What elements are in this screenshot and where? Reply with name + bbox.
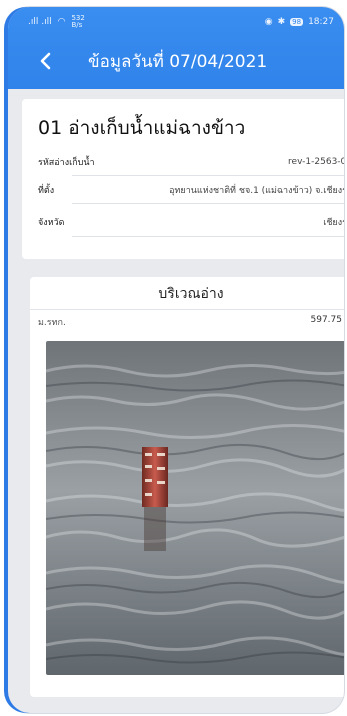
water-level-value: 597.75 xyxy=(310,315,343,325)
back-arrow-icon[interactable] xyxy=(36,51,56,71)
info-value: อุทยานแห่งชาติที่ ชจ.1 (แม่ฉางข้าว) จ.เช… xyxy=(169,186,344,196)
section-title: บริเวณอ่าง xyxy=(158,286,224,302)
station-info-card: 01 อ่างเก็บน้ำแม่ฉางข้าว รหัสอ่างเก็บน้ำ… xyxy=(22,99,344,259)
status-bar: .ıll .ıll ◠ 532 B/s ◉ ✱ 98 18:27 xyxy=(8,7,344,37)
info-label: ที่ตั้ง xyxy=(38,186,55,196)
app-header: .ıll .ıll ◠ 532 B/s ◉ ✱ 98 18:27 ข้อมูลวั… xyxy=(8,7,344,89)
wifi-icon: ◠ xyxy=(57,17,66,27)
status-right: ◉ ✱ 98 18:27 xyxy=(265,17,334,27)
info-label: รหัสอ่างเก็บน้ำ xyxy=(38,158,95,168)
station-name: 01 อ่างเก็บน้ำแม่ฉางข้าว xyxy=(38,117,246,139)
info-row-code: รหัสอ่างเก็บน้ำ rev-1-2563-00 xyxy=(38,151,344,173)
reservoir-photo[interactable] xyxy=(46,341,344,675)
bluetooth-icon: ✱ xyxy=(277,17,286,27)
reservoir-area-card: บริเวณอ่าง ม.รทก. 597.75 xyxy=(30,277,344,697)
info-value: เชียงรา xyxy=(323,218,344,228)
page-title: ข้อมูลวันที่ 07/04/2021 xyxy=(88,52,268,72)
phone-screen: .ıll .ıll ◠ 532 B/s ◉ ✱ 98 18:27 ข้อมูลวั… xyxy=(8,7,344,713)
clock: 18:27 xyxy=(308,17,334,27)
info-row-location: ที่ตั้ง อุทยานแห่งชาติที่ ชจ.1 (แม่ฉางข้… xyxy=(38,179,344,201)
water-level-row: ม.รทก. 597.75 xyxy=(38,315,342,329)
divider xyxy=(72,236,344,237)
battery-level: 98 xyxy=(290,18,304,26)
status-left: .ıll .ıll ◠ 532 B/s xyxy=(28,15,85,29)
info-label: จังหวัด xyxy=(38,218,65,228)
eye-icon: ◉ xyxy=(264,17,273,27)
signal-icon: .ıll .ıll xyxy=(28,17,52,27)
network-speed: 532 B/s xyxy=(71,14,85,29)
info-value: rev-1-2563-00 xyxy=(288,157,344,167)
divider xyxy=(72,175,344,176)
divider xyxy=(30,309,344,310)
divider xyxy=(72,203,344,204)
water-level-label: ม.รทก. xyxy=(38,318,66,328)
info-row-province: จังหวัด เชียงรา xyxy=(38,211,344,233)
